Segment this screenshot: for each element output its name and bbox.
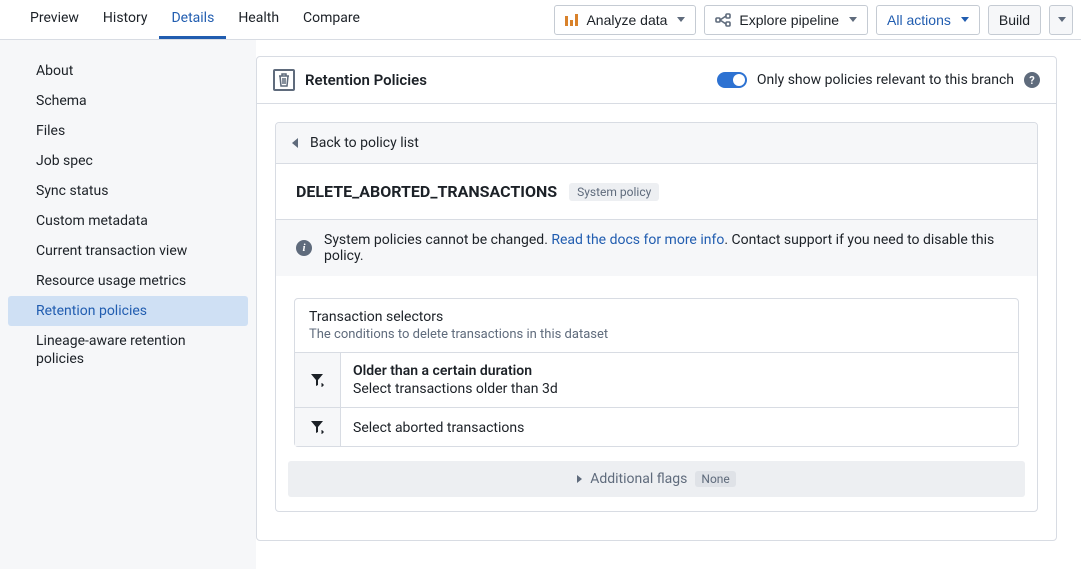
toggle-label: Only show policies relevant to this bran… [757,72,1014,88]
chevron-left-icon [292,138,298,148]
transaction-selectors-panel: Transaction selectors The conditions to … [294,298,1019,447]
all-actions-label: All actions [887,12,951,28]
topbar-tabs: Preview History Details Health Compare [0,0,372,39]
selectors-title: Transaction selectors [309,309,1004,325]
policy-title-row: DELETE_ABORTED_TRANSACTIONS System polic… [276,164,1037,220]
sidebar-item-sync-status[interactable]: Sync status [8,176,248,206]
chevron-down-icon [677,17,685,22]
analyze-data-label: Analyze data [586,12,667,28]
panel-title-wrap: Retention Policies [273,69,427,91]
selector-content: Select aborted transactions [341,408,1018,446]
additional-flags-value: None [695,471,735,487]
tab-history[interactable]: History [91,0,160,39]
selector-row: Older than a certain duration Select tra… [295,352,1018,407]
sidebar-item-resource-usage-metrics[interactable]: Resource usage metrics [8,266,248,296]
chevron-down-icon [1058,17,1066,22]
pipeline-icon [715,13,731,27]
tab-compare[interactable]: Compare [291,0,372,39]
selector-row-desc: Select transactions older than 3d [353,381,1006,397]
selector-content: Older than a certain duration Select tra… [341,353,1018,407]
selector-row-title: Older than a certain duration [353,363,1006,379]
system-policy-chip: System policy [569,183,659,201]
filter-icon [310,373,326,387]
build-label: Build [999,12,1030,28]
additional-flags-toggle[interactable]: Additional flags None [288,461,1025,497]
toggle-wrap: Only show policies relevant to this bran… [717,72,1040,88]
sidebar-item-files[interactable]: Files [8,116,248,146]
sidebar-item-about[interactable]: About [8,56,248,86]
topbar-actions: Analyze data Explore pipeline All action… [554,0,1081,39]
panel-body: Back to policy list DELETE_ABORTED_TRANS… [257,104,1056,540]
system-policy-notice: i System policies cannot be changed. Rea… [276,220,1037,276]
read-docs-link[interactable]: Read the docs for more info [551,232,724,248]
panel-header: Retention Policies Only show policies re… [257,57,1056,104]
selectors-subtitle: The conditions to delete transactions in… [309,327,1004,342]
back-to-policy-list-button[interactable]: Back to policy list [276,123,1037,164]
chevron-down-icon [961,17,969,22]
selector-row: Select aborted transactions [295,407,1018,446]
sidebar-item-retention-policies[interactable]: Retention policies [8,296,248,326]
tab-preview[interactable]: Preview [18,0,91,39]
additional-flags-label: Additional flags [590,471,687,487]
retention-policies-panel: Retention Policies Only show policies re… [256,56,1057,541]
notice-text: System policies cannot be changed. Read … [324,232,1017,264]
tab-details[interactable]: Details [159,0,226,39]
sidebar-item-current-transaction-view[interactable]: Current transaction view [8,236,248,266]
filter-icon [310,420,326,434]
explore-pipeline-button[interactable]: Explore pipeline [704,5,868,35]
help-icon[interactable]: ? [1024,72,1040,88]
main: Retention Policies Only show policies re… [256,40,1081,569]
tab-health[interactable]: Health [226,0,291,39]
topbar: Preview History Details Health Compare A… [0,0,1081,40]
body: About Schema Files Job spec Sync status … [0,40,1081,569]
info-icon: i [296,240,312,256]
policy-name: DELETE_ABORTED_TRANSACTIONS [296,182,557,201]
build-dropdown-button[interactable] [1049,5,1073,35]
notice-pre: System policies cannot be changed. [324,232,551,248]
chevron-down-icon [849,17,857,22]
selectors-header: Transaction selectors The conditions to … [295,299,1018,352]
build-button[interactable]: Build [988,5,1041,35]
sidebar-item-job-spec[interactable]: Job spec [8,146,248,176]
selector-row-desc: Select aborted transactions [353,420,1006,436]
analyze-data-button[interactable]: Analyze data [554,5,696,35]
sidebar-item-lineage-aware-retention-policies[interactable]: Lineage-aware retention policies [8,326,248,374]
bar-chart-icon [565,14,578,26]
sidebar: About Schema Files Job spec Sync status … [0,40,256,569]
relevant-branch-toggle[interactable] [717,72,747,88]
chevron-right-icon [577,475,582,483]
trash-icon [273,69,295,91]
explore-pipeline-label: Explore pipeline [739,12,839,28]
selector-icon-cell [295,353,341,407]
selector-icon-cell [295,408,341,446]
panel-title: Retention Policies [305,71,427,89]
policy-detail-subpanel: Back to policy list DELETE_ABORTED_TRANS… [275,122,1038,512]
sidebar-item-schema[interactable]: Schema [8,86,248,116]
all-actions-button[interactable]: All actions [876,5,980,35]
back-label: Back to policy list [310,135,419,151]
sidebar-item-custom-metadata[interactable]: Custom metadata [8,206,248,236]
